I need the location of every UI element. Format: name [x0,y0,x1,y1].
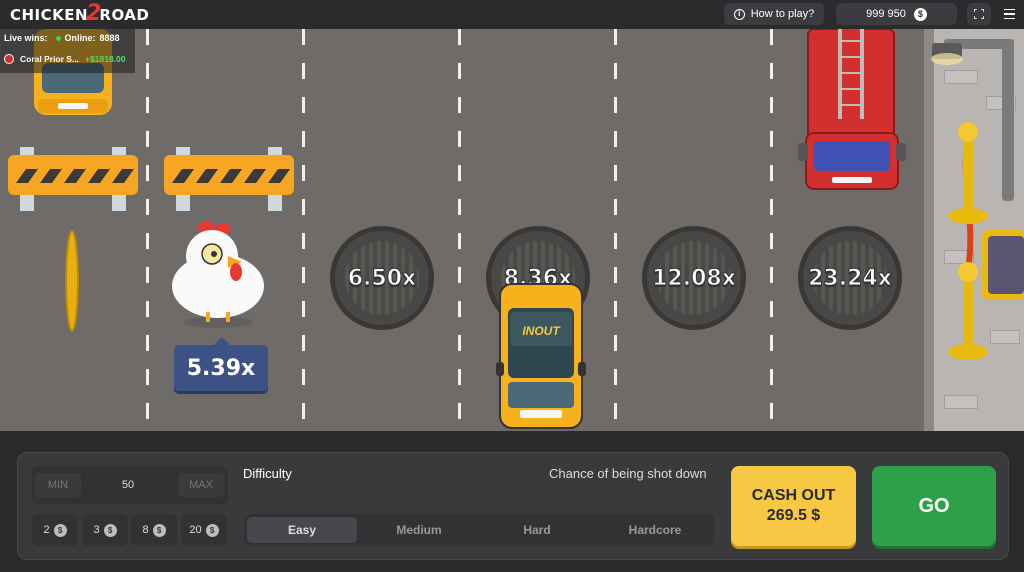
bet-amount-input[interactable]: 50 [90,473,166,497]
cash-out-button[interactable]: CASH OUT 269.5 $ [731,466,856,546]
taxi-car-icon [496,283,586,429]
online-label: Online: [64,33,96,43]
chicken-multiplier-badge: 5.39x [174,337,268,391]
game-logo: CHICKEN 2 ROAD [10,0,150,26]
chip-value: 8 [142,524,149,536]
dollar-coin-icon: $ [103,523,117,537]
logo-number: 2 [86,0,102,26]
live-wins-panel: Live wins: Online: 8888 Coral Prior S...… [0,29,135,73]
online-count: 8888 [99,33,120,43]
chicken-icon [172,220,264,328]
lane-divider [146,29,149,431]
difficulty-option-easy[interactable]: Easy [247,517,357,543]
chip-value: 2 [43,524,50,536]
chance-label: Chance of being shot down [549,466,707,481]
fullscreen-button[interactable] [967,3,991,25]
menu-button[interactable] [998,3,1020,25]
info-icon: i [733,8,745,20]
go-button[interactable]: GO [872,466,996,546]
fullscreen-icon [974,9,984,19]
difficulty-option-hardcore[interactable]: Hardcore [600,517,710,543]
chip-value: 20 [189,524,202,536]
coin-icon [65,230,79,332]
lane-divider [302,29,305,431]
brick [944,395,978,409]
bet-max-button[interactable]: MAX [178,473,224,497]
lane-multiplier: 12.08x [652,265,737,291]
road-barrier-icon [164,147,294,211]
dollar-coin-icon: $ [913,7,927,21]
quick-bet-chip[interactable]: 3 $ [82,514,128,546]
quick-bet-chip[interactable]: 8 $ [131,514,177,546]
balance-display: 999 950 $ [836,3,957,25]
lane-divider [770,29,773,431]
logo-left: CHICKEN [10,6,89,24]
winner-amount: +$1818.00 [85,54,126,64]
road-barrier-icon [8,147,138,211]
lane-multiplier-manhole[interactable]: 6.50x [330,226,434,330]
dollar-coin-icon: $ [205,523,219,537]
difficulty-label: Difficulty [243,466,292,481]
road [0,29,924,431]
cash-out-amount: 269.5 $ [766,507,821,524]
how-to-play-button[interactable]: i How to play? [724,3,824,25]
lane-multiplier-manhole[interactable]: 12.08x [642,226,746,330]
sign-board-icon [982,230,1024,300]
top-bar: CHICKEN 2 ROAD i How to play? 999 950 $ [0,0,1024,29]
how-to-play-label: How to play? [750,8,815,20]
online-dot-icon [55,35,61,41]
hamburger-icon [1003,8,1015,11]
lane-multiplier: 23.24x [808,265,893,291]
dollar-coin-icon: $ [152,523,166,537]
dollar-coin-icon: $ [53,523,67,537]
logo-right: ROAD [99,6,150,24]
balance-value: 999 950 [866,8,906,20]
lane-multiplier: 6.50x [347,265,417,291]
hamburger-icon-line [1003,17,1015,20]
fire-truck-icon [798,29,906,190]
quick-bet-chip[interactable]: 2 $ [32,514,78,546]
bet-min-button[interactable]: MIN [35,473,81,497]
quick-bet-chip[interactable]: 20 $ [181,514,227,546]
difficulty-option-hard[interactable]: Hard [482,517,592,543]
lane-divider [458,29,461,431]
difficulty-option-medium[interactable]: Medium [364,517,474,543]
live-wins-label: Live wins: [4,33,48,43]
game-stage: Live wins: Online: 8888 Coral Prior S...… [0,0,1024,572]
flag-icon [4,54,14,64]
chip-value: 3 [93,524,100,536]
lane-divider [614,29,617,431]
lane-multiplier-manhole[interactable]: 23.24x [798,226,902,330]
cash-out-label: CASH OUT [751,487,836,504]
winner-name: Coral Prior S... [20,54,80,64]
hamburger-icon-line [1003,13,1015,15]
taxi-brand-label: INOUT [522,324,560,338]
